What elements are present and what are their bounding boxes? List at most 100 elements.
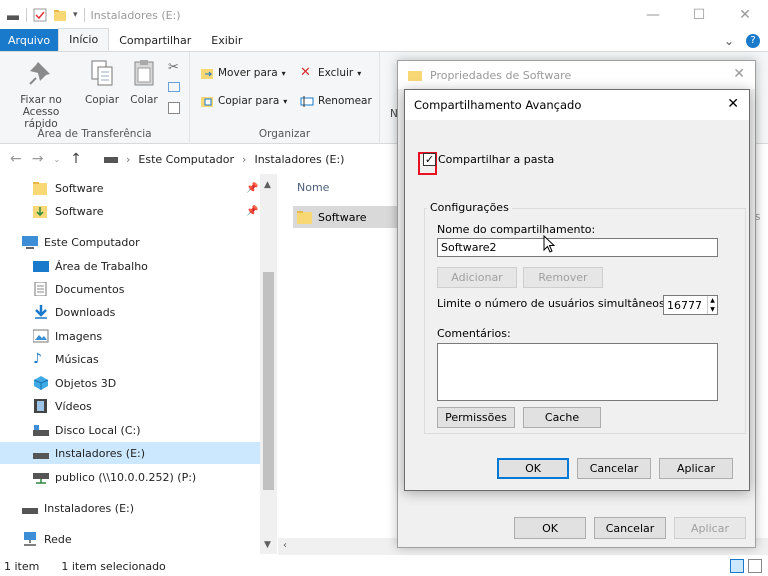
- downloads-icon: [35, 305, 47, 319]
- pin-icon: [29, 62, 50, 85]
- tab-file[interactable]: Arquivo: [0, 29, 59, 51]
- documents-icon: [34, 282, 47, 296]
- apply-button[interactable]: Aplicar: [659, 458, 733, 479]
- sidebar-item-this-pc[interactable]: Este Computador: [0, 231, 260, 253]
- videos-icon: [34, 399, 47, 413]
- user-limit-label: Limite o número de usuários simultâneos …: [437, 297, 679, 310]
- copy-button[interactable]: Copiar: [80, 58, 124, 106]
- comments-label: Comentários:: [437, 327, 511, 340]
- scroll-left-icon[interactable]: ‹: [283, 540, 287, 551]
- copy-to-button[interactable]: Copiar para ▾: [200, 94, 287, 108]
- paste-icon: [134, 60, 154, 86]
- decrement-icon[interactable]: ▼: [708, 305, 717, 314]
- sidebar-item-documents[interactable]: Documentos: [0, 278, 260, 300]
- clipboard-group-label: Área de Transferência: [37, 128, 152, 140]
- sidebar-item-3d-objects[interactable]: Objetos 3D: [0, 372, 260, 394]
- close-button[interactable]: ✕: [722, 0, 768, 30]
- sidebar-item-desktop[interactable]: Área de Trabalho: [0, 255, 260, 277]
- properties-icon[interactable]: [33, 8, 47, 22]
- paste-shortcut-icon[interactable]: [168, 102, 180, 114]
- rename-icon: [300, 96, 314, 107]
- share-name-label: Nome do compartilhamento:: [437, 223, 596, 236]
- folder-icon: [33, 182, 47, 195]
- window-title: Instaladores (E:): [90, 8, 181, 22]
- scroll-up-icon[interactable]: ▲: [264, 180, 271, 190]
- breadcrumb-drive[interactable]: Instaladores (E:): [254, 153, 344, 166]
- checkmark-icon[interactable]: ✓: [423, 153, 436, 166]
- increment-icon[interactable]: ▲: [708, 296, 717, 305]
- sidebar-item-network-drive[interactable]: publico (\\10.0.0.252) (P:): [0, 466, 260, 488]
- status-bar: 1 item 1 item selecionado: [0, 556, 768, 576]
- network-icon: [24, 532, 36, 546]
- sidebar-item-software-download[interactable]: Software 📌: [0, 200, 260, 222]
- sidebar-item-music[interactable]: ♪ Músicas: [0, 348, 260, 370]
- ok-button[interactable]: OK: [497, 458, 569, 479]
- delete-icon: ✕: [300, 65, 311, 80]
- file-row-software[interactable]: Software: [293, 206, 403, 228]
- up-arrow-icon[interactable]: ↑: [70, 151, 82, 167]
- properties-close-icon[interactable]: ✕: [733, 66, 745, 82]
- add-button: Adicionar: [437, 267, 517, 288]
- properties-ok-button[interactable]: OK: [514, 517, 586, 539]
- folder-download-icon: [33, 206, 47, 218]
- drive-icon: [6, 8, 20, 22]
- title-bar: ▾ Instaladores (E:) — ☐ ✕: [0, 0, 768, 30]
- pin-quick-access-button[interactable]: Fixar no Acesso rápido: [6, 58, 76, 130]
- paste-button[interactable]: Colar: [124, 58, 164, 106]
- recent-locations-icon[interactable]: ⌄: [53, 155, 60, 164]
- mouse-cursor-icon: [543, 235, 555, 253]
- expand-ribbon-icon[interactable]: ⌄: [724, 34, 734, 48]
- copy-to-icon: [201, 97, 213, 107]
- drive-c-icon: [33, 425, 49, 436]
- sidebar-item-downloads[interactable]: Downloads: [0, 301, 260, 323]
- minimize-button[interactable]: —: [630, 0, 676, 30]
- sidebar-scrollbar-thumb[interactable]: [263, 272, 274, 490]
- cut-icon[interactable]: ✂: [168, 60, 179, 75]
- sidebar-item-software-pinned[interactable]: Software 📌: [0, 177, 260, 199]
- pictures-icon: [33, 329, 49, 343]
- advanced-sharing-titlebar: Compartilhamento Avançado: [405, 90, 749, 120]
- new-folder-icon[interactable]: [53, 8, 67, 22]
- item-count: 1 item: [4, 559, 40, 573]
- cancel-button[interactable]: Cancelar: [577, 458, 651, 479]
- maximize-button[interactable]: ☐: [676, 0, 722, 30]
- scroll-down-icon[interactable]: ▼: [264, 540, 271, 550]
- cache-button[interactable]: Cache: [523, 407, 601, 428]
- tab-home[interactable]: Início: [58, 28, 110, 51]
- music-icon: ♪: [33, 351, 42, 367]
- rename-button[interactable]: Renomear: [300, 94, 372, 108]
- move-to-button[interactable]: Mover para ▾: [200, 66, 286, 80]
- sidebar-item-pictures[interactable]: Imagens: [0, 325, 260, 347]
- sidebar-item-installers-e[interactable]: Instaladores (E:): [0, 442, 260, 464]
- computer-icon: [22, 236, 38, 249]
- sidebar-item-installers-e-root[interactable]: Instaladores (E:): [0, 497, 260, 519]
- customize-quick-access-icon[interactable]: ▾: [73, 10, 78, 20]
- properties-cancel-button[interactable]: Cancelar: [594, 517, 666, 539]
- breadcrumb-pc[interactable]: Este Computador: [138, 153, 234, 166]
- organize-group-label: Organizar: [258, 128, 311, 140]
- delete-button[interactable]: ✕ Excluir ▾: [300, 66, 361, 80]
- comments-input[interactable]: [437, 343, 718, 401]
- drive-icon: [104, 157, 118, 163]
- sidebar-item-videos[interactable]: Vídeos: [0, 395, 260, 417]
- tab-share[interactable]: Compartilhar: [109, 29, 201, 51]
- column-header-name[interactable]: Nome: [297, 181, 329, 194]
- forward-arrow-icon[interactable]: →: [32, 151, 44, 167]
- large-icons-view-icon[interactable]: [748, 559, 762, 573]
- help-icon[interactable]: ?: [746, 34, 760, 48]
- tab-view[interactable]: Exibir: [201, 29, 252, 51]
- share-name-input[interactable]: Software2: [437, 238, 718, 257]
- advanced-sharing-dialog: Compartilhamento Avançado ✕ ✓ Compartilh…: [404, 89, 750, 491]
- advanced-close-icon[interactable]: ✕: [727, 96, 739, 112]
- permissions-button[interactable]: Permissões: [437, 407, 515, 428]
- user-limit-stepper[interactable]: 16777 ▲ ▼: [663, 295, 718, 315]
- share-folder-checkbox[interactable]: ✓ Compartilhar a pasta: [419, 153, 554, 166]
- sidebar-item-local-disk[interactable]: Disco Local (C:): [0, 419, 260, 441]
- copy-path-icon[interactable]: [168, 82, 180, 92]
- clipboard-group: Fixar no Acesso rápido Copiar Colar ✂ Ár…: [0, 52, 190, 144]
- navigation-pane: Software 📌 Software 📌 Este Computador Ár…: [0, 174, 278, 554]
- properties-apply-button: Aplicar: [674, 517, 746, 539]
- back-arrow-icon[interactable]: ←: [10, 151, 22, 167]
- sidebar-item-network[interactable]: Rede: [0, 528, 260, 550]
- details-view-icon[interactable]: [730, 559, 744, 573]
